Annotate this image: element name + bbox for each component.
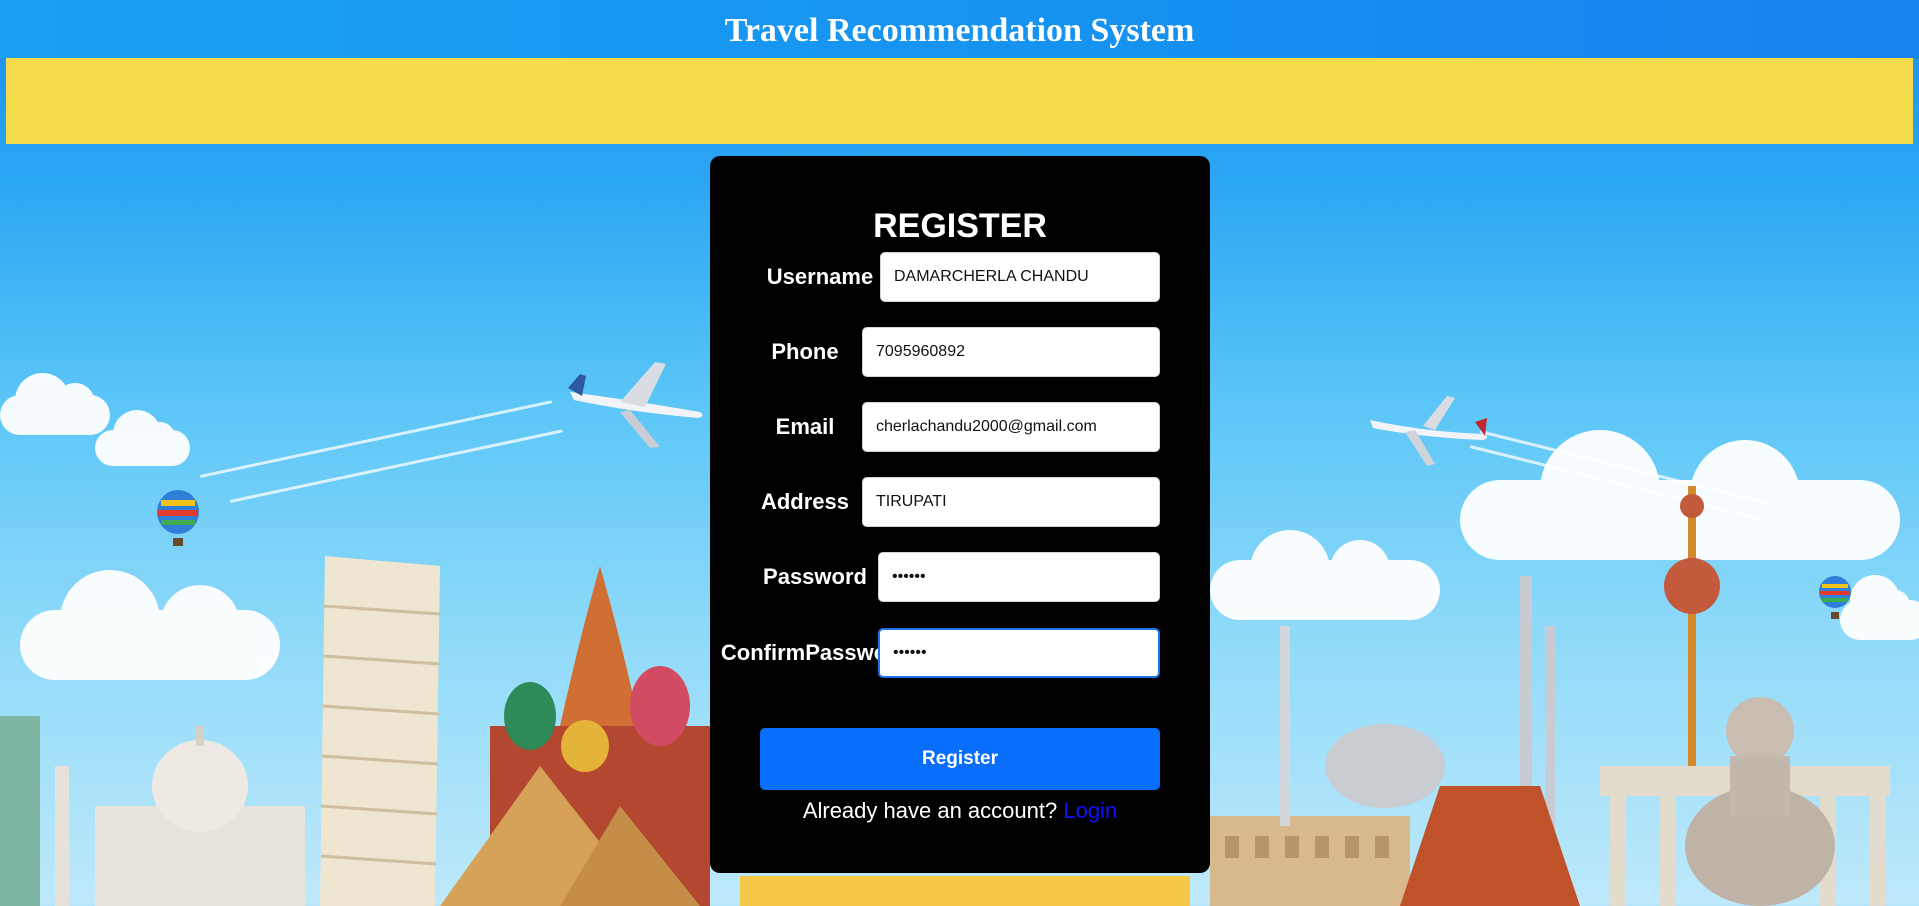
- password-input[interactable]: [878, 552, 1160, 602]
- username-row: Username: [760, 252, 1160, 302]
- register-form: REGISTER Username Phone Email Address Pa…: [710, 156, 1210, 873]
- address-row: Address: [760, 477, 1160, 527]
- register-button[interactable]: Register: [760, 728, 1160, 790]
- confirm-password-input[interactable]: [878, 628, 1160, 678]
- username-input[interactable]: [880, 252, 1160, 302]
- email-row: Email: [760, 402, 1160, 452]
- banner-bar: [6, 58, 1913, 144]
- login-prompt: Already have an account? Login: [710, 796, 1210, 826]
- address-input[interactable]: [862, 477, 1160, 527]
- phone-label: Phone: [771, 339, 839, 364]
- confirm-password-label: Confirm Password: [721, 628, 909, 678]
- phone-row: Phone: [760, 327, 1160, 377]
- login-link[interactable]: Login: [1063, 798, 1117, 823]
- address-label: Address: [760, 489, 850, 514]
- login-prompt-text: Already have an account?: [802, 798, 1058, 823]
- email-input[interactable]: [862, 402, 1160, 452]
- password-label: Password: [763, 564, 867, 589]
- confirm-password-label-line1: Confirm: [720, 640, 806, 665]
- site-title: Travel Recommendation System: [724, 12, 1195, 49]
- username-label: Username: [766, 264, 874, 289]
- email-label: Email: [775, 414, 835, 439]
- password-row: Password: [760, 552, 1160, 602]
- site-header: Travel Recommendation System: [0, 0, 1919, 58]
- confirm-password-row: Confirm Password: [721, 628, 1160, 678]
- phone-input[interactable]: [862, 327, 1160, 377]
- form-title: REGISTER: [873, 207, 1047, 245]
